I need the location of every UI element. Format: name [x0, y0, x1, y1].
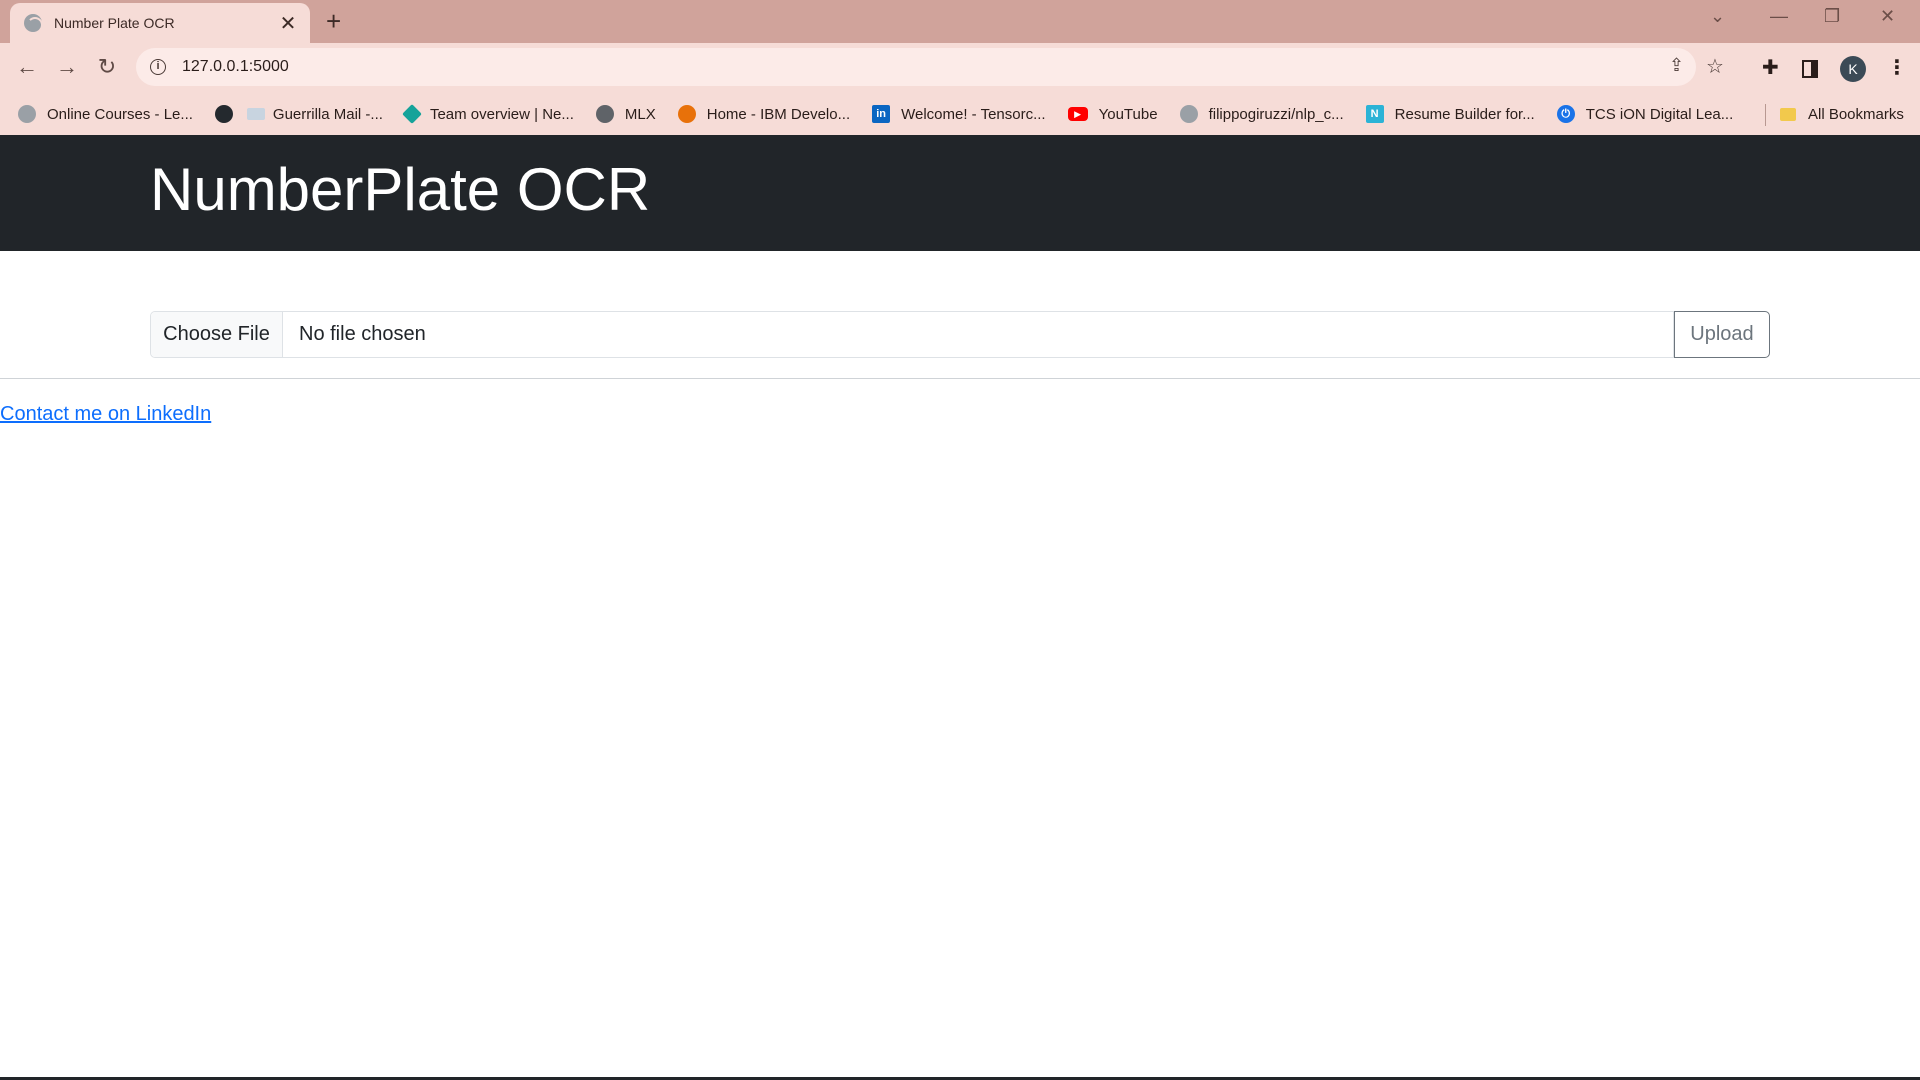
folder-icon — [1780, 107, 1796, 121]
bookmark-label: TCS iON Digital Lea... — [1585, 105, 1734, 123]
back-button[interactable]: ← — [12, 52, 42, 82]
bookmark-item[interactable]: filippogiruzzi/nlp_c... — [1179, 105, 1344, 123]
upload-form: Choose File No file chosen Upload — [150, 311, 1770, 358]
bookmark-label: Home - IBM Develo... — [706, 105, 851, 123]
bookmark-item[interactable]: Home - IBM Develo... — [677, 105, 851, 123]
divider — [0, 378, 1920, 379]
close-icon[interactable]: ✕ — [278, 11, 298, 36]
linkedin-contact-link[interactable]: Contact me on LinkedIn — [0, 403, 211, 426]
linkedin-icon: in — [872, 105, 891, 123]
github-icon — [18, 105, 36, 123]
mail-icon — [246, 108, 265, 120]
bookmarks-bar: Online Courses - Le... Guerrilla Mail -.… — [0, 93, 1920, 135]
share-icon[interactable]: ⇪ — [1669, 55, 1684, 76]
choose-file-button[interactable]: Choose File — [151, 312, 283, 357]
bookmark-label: MLX — [624, 105, 656, 123]
url-text[interactable]: 127.0.0.1:5000 — [182, 58, 289, 76]
all-bookmarks-label: All Bookmarks — [1808, 105, 1904, 123]
globe-icon — [24, 14, 43, 33]
github-icon — [1179, 105, 1198, 123]
page-content: NumberPlate OCR Choose File No file chos… — [0, 135, 1920, 1080]
bookmark-label: Online Courses - Le... — [47, 105, 193, 123]
youtube-icon: ▶ — [1067, 107, 1088, 121]
globe-icon — [595, 105, 614, 123]
bookmark-label: Guerrilla Mail -... — [272, 105, 383, 123]
browser-toolbar: ← → ↻ i 127.0.0.1:5000 ⇪ ☆ ✚ K ⋮ — [0, 43, 1920, 93]
bookmarks-divider — [1765, 104, 1766, 126]
bookmark-item[interactable] — [214, 105, 233, 123]
new-tab-button[interactable]: + — [326, 8, 341, 34]
ibm-icon — [677, 105, 696, 123]
bookmark-item[interactable]: ⏻ TCS iON Digital Lea... — [1556, 105, 1734, 123]
reload-button[interactable]: ↻ — [92, 52, 122, 82]
side-panel-icon[interactable] — [1802, 60, 1818, 78]
github-icon — [214, 105, 233, 123]
tab-strip: Number Plate OCR ✕ + ⌄ — ❐ ✕ — [0, 0, 1920, 43]
tab-title: Number Plate OCR — [54, 15, 175, 31]
extensions-icon[interactable]: ✚ — [1762, 55, 1779, 80]
bookmark-item[interactable]: Team overview | Ne... — [402, 104, 574, 124]
bookmark-label: Welcome! - Tensorc... — [901, 105, 1046, 123]
site-info-icon[interactable]: i — [150, 59, 166, 75]
upload-button[interactable]: Upload — [1674, 311, 1770, 358]
bookmark-item[interactable]: MLX — [595, 105, 656, 123]
profile-avatar[interactable]: K — [1840, 56, 1866, 82]
bookmark-star-icon[interactable]: ☆ — [1706, 54, 1724, 79]
all-bookmarks-button[interactable]: All Bookmarks — [1780, 93, 1904, 135]
file-input[interactable]: Choose File No file chosen — [150, 311, 1674, 358]
restore-button[interactable]: ❐ — [1824, 6, 1840, 27]
forward-button[interactable]: → — [52, 52, 82, 82]
minimize-button[interactable]: — — [1770, 6, 1788, 27]
menu-icon[interactable]: ⋮ — [1887, 55, 1907, 80]
bookmark-item[interactable]: in Welcome! - Tensorc... — [872, 105, 1046, 123]
bookmark-item[interactable]: Online Courses - Le... — [18, 105, 193, 123]
diamond-icon — [402, 104, 422, 124]
page-title[interactable]: NumberPlate OCR — [150, 155, 650, 224]
window-close-button[interactable]: ✕ — [1880, 6, 1895, 27]
bookmark-label: YouTube — [1098, 105, 1158, 123]
bookmark-label: Resume Builder for... — [1394, 105, 1535, 123]
resume-icon: N — [1365, 105, 1384, 123]
bookmark-label: filippogiruzzi/nlp_c... — [1208, 105, 1344, 123]
address-bar[interactable]: i 127.0.0.1:5000 ⇪ ☆ — [136, 48, 1724, 86]
file-status-text: No file chosen — [299, 323, 426, 345]
bookmark-item[interactable]: Guerrilla Mail -... — [246, 105, 383, 123]
bookmark-item[interactable]: N Resume Builder for... — [1365, 105, 1535, 123]
bookmark-label: Team overview | Ne... — [429, 105, 574, 123]
tab-search-icon[interactable]: ⌄ — [1710, 6, 1725, 27]
bookmark-item[interactable]: ▶ YouTube — [1067, 105, 1158, 123]
power-icon: ⏻ — [1556, 105, 1575, 123]
browser-tab[interactable]: Number Plate OCR ✕ — [10, 3, 310, 43]
navbar: NumberPlate OCR — [0, 135, 1920, 251]
